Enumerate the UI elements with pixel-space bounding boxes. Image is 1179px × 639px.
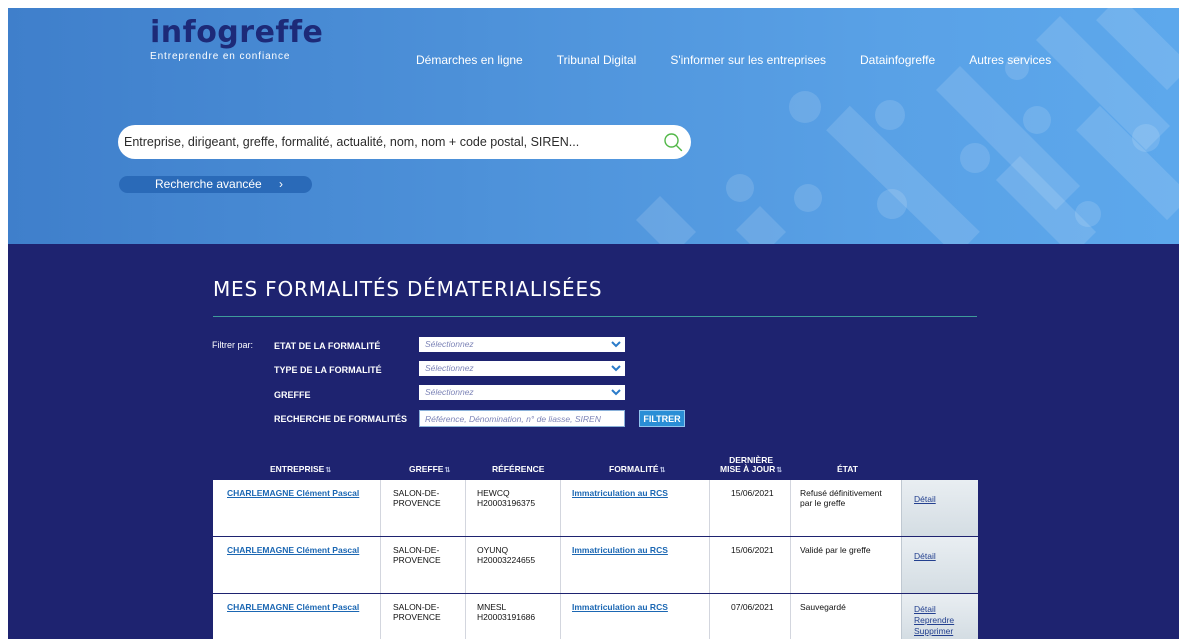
nav-datainfogreffe[interactable]: Datainfogreffe bbox=[860, 53, 935, 67]
company-link[interactable]: CHARLEMAGNE Clément Pascal bbox=[227, 488, 377, 498]
page: infogreffe Entreprendre en confiance Dém… bbox=[8, 8, 1179, 639]
reference-cell: HEWCQ H20003196375 bbox=[477, 488, 536, 508]
filter-label-recherche: RECHERCHE DE FORMALITÉS bbox=[274, 414, 408, 424]
chevron-down-icon bbox=[611, 389, 621, 396]
status-cell: Refusé définitivement par le greffe bbox=[800, 488, 882, 508]
column-header-entreprise[interactable]: ENTREPRISE⇅ bbox=[270, 465, 331, 475]
column-header-greffe[interactable]: GREFFE⇅ bbox=[409, 465, 450, 475]
infogreffe-logo[interactable]: infogreffe Entreprendre en confiance bbox=[150, 15, 324, 63]
detail-link[interactable]: Détail bbox=[914, 494, 978, 505]
etat-select[interactable]: Sélectionnez bbox=[419, 337, 625, 352]
greffe-select[interactable]: Sélectionnez bbox=[419, 385, 625, 400]
detail-link[interactable]: Détail bbox=[914, 551, 978, 562]
table-row: CHARLEMAGNE Clément Pascal SALON-DE- PROV… bbox=[213, 480, 978, 536]
company-link[interactable]: CHARLEMAGNE Clément Pascal bbox=[227, 545, 377, 555]
sort-icon: ⇅ bbox=[444, 467, 451, 474]
advanced-search-button[interactable]: Recherche avancée › bbox=[119, 176, 312, 193]
filter-caption: Filtrer par: bbox=[212, 340, 254, 350]
delete-link[interactable]: Supprimer bbox=[914, 626, 978, 637]
filter-label-type: TYPE DE LA FORMALITÉ bbox=[274, 365, 382, 375]
column-header-derniere-maj[interactable]: DERNIÈRE MISE À JOUR⇅ bbox=[720, 456, 782, 475]
nav-autres-services[interactable]: Autres services bbox=[969, 53, 1051, 67]
etat-select-value: Sélectionnez bbox=[425, 339, 474, 349]
formality-search-input[interactable] bbox=[419, 410, 625, 427]
company-link[interactable]: CHARLEMAGNE Clément Pascal bbox=[227, 602, 377, 612]
greffe-select-value: Sélectionnez bbox=[425, 387, 474, 397]
column-header-formalite[interactable]: FORMALITÉ⇅ bbox=[609, 465, 665, 475]
column-header-reference: RÉFÉRENCE bbox=[492, 464, 545, 474]
type-select-value: Sélectionnez bbox=[425, 363, 474, 373]
chevron-right-icon: › bbox=[279, 177, 283, 191]
row-actions: Détail Reprendre Supprimer bbox=[901, 594, 978, 639]
nav-tribunal-digital[interactable]: Tribunal Digital bbox=[557, 53, 637, 67]
logo-wordmark: infogreffe bbox=[150, 15, 324, 50]
reference-cell: MNESL H20003191686 bbox=[477, 602, 536, 622]
page-title: MES FORMALITÉS DÉMATERIALISÉES bbox=[213, 277, 603, 301]
row-actions: Détail bbox=[901, 537, 978, 593]
title-divider bbox=[213, 316, 977, 317]
greffe-cell: SALON-DE- PROVENCE bbox=[393, 602, 441, 622]
reference-cell: OYUNQ H20003224655 bbox=[477, 545, 536, 565]
main-navigation: Démarches en ligne Tribunal Digital S'in… bbox=[416, 53, 1051, 67]
sort-icon: ⇅ bbox=[776, 467, 783, 474]
sort-icon: ⇅ bbox=[325, 467, 332, 474]
detail-link[interactable]: Détail bbox=[914, 604, 978, 615]
filter-button[interactable]: FILTRER bbox=[639, 410, 685, 427]
chevron-down-icon bbox=[611, 365, 621, 372]
table-row: CHARLEMAGNE Clément Pascal SALON-DE- PROV… bbox=[213, 594, 978, 639]
search-input[interactable] bbox=[124, 125, 654, 159]
status-cell: Validé par le greffe bbox=[800, 545, 871, 555]
hero-banner: infogreffe Entreprendre en confiance Dém… bbox=[8, 8, 1179, 244]
row-actions: Détail bbox=[901, 480, 978, 536]
search-icon[interactable] bbox=[663, 132, 683, 152]
nav-demarches-en-ligne[interactable]: Démarches en ligne bbox=[416, 53, 523, 67]
status-cell: Sauvegardé bbox=[800, 602, 846, 612]
search-bar bbox=[118, 125, 691, 159]
filter-label-etat: ETAT DE LA FORMALITÉ bbox=[274, 341, 381, 351]
column-header-etat: ÉTAT bbox=[837, 464, 858, 474]
filter-label-greffe: GREFFE bbox=[274, 390, 311, 400]
advanced-search-label: Recherche avancée bbox=[155, 177, 262, 191]
type-select[interactable]: Sélectionnez bbox=[419, 361, 625, 376]
sort-icon: ⇅ bbox=[659, 467, 666, 474]
resume-link[interactable]: Reprendre bbox=[914, 615, 978, 626]
greffe-cell: SALON-DE- PROVENCE bbox=[393, 488, 441, 508]
formality-link[interactable]: Immatriculation au RCS bbox=[572, 488, 702, 498]
formalities-section: MES FORMALITÉS DÉMATERIALISÉES Filtrer p… bbox=[8, 244, 1179, 639]
logo-tagline: Entreprendre en confiance bbox=[150, 51, 291, 62]
greffe-cell: SALON-DE- PROVENCE bbox=[393, 545, 441, 565]
nav-informer-entreprises[interactable]: S'informer sur les entreprises bbox=[670, 53, 826, 67]
chevron-down-icon bbox=[611, 341, 621, 348]
table-row: CHARLEMAGNE Clément Pascal SALON-DE- PROV… bbox=[213, 537, 978, 593]
formality-link[interactable]: Immatriculation au RCS bbox=[572, 602, 702, 612]
formality-link[interactable]: Immatriculation au RCS bbox=[572, 545, 702, 555]
